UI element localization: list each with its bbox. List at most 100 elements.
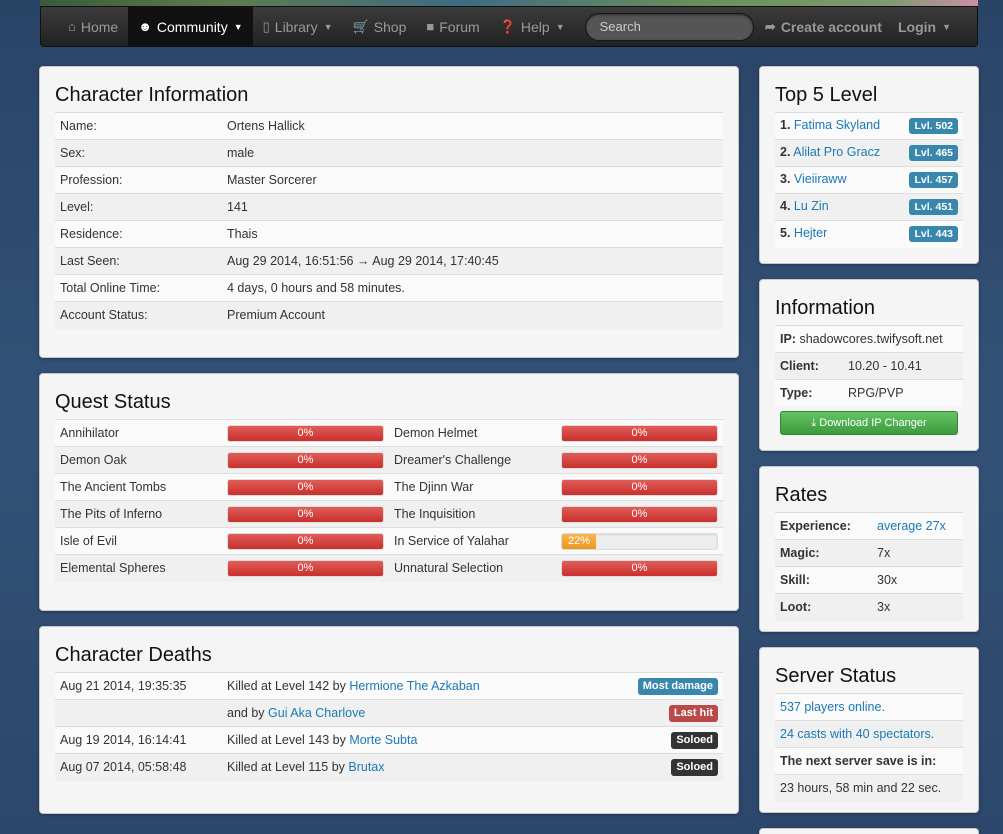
level-badge: Lvl. 502 (909, 118, 958, 134)
quest-progress-label: 0% (562, 560, 717, 576)
row-value: 4 days, 0 hours and 58 minutes. (222, 274, 723, 302)
row-key: Account Status: (55, 301, 222, 329)
casts-link[interactable]: 24 casts with 40 spectators. (780, 727, 934, 741)
quest-name: Elemental Spheres (55, 554, 222, 582)
table-row: Total Online Time: 4 days, 0 hours and 58… (55, 274, 723, 302)
table-row: Loot: 3x (775, 593, 963, 621)
information-panel: Information IP: shadowcores.twifysoft.ne… (759, 279, 979, 451)
download-button-label: Download IP Changer (819, 416, 927, 429)
quest-name: In Service of Yalahar (389, 527, 556, 555)
rate-value: 30x (872, 566, 963, 594)
soloed-badge: Soloed (671, 731, 718, 749)
rate-value: 3x (872, 593, 963, 621)
nav-shop-label: Shop (373, 18, 407, 35)
rate-key: Magic: (775, 539, 872, 567)
client-value: 10.20 - 10.41 (843, 352, 963, 380)
experience-rate-link[interactable]: average 27x (877, 519, 946, 533)
table-row: 23 hours, 58 min and 22 sec. (775, 774, 963, 802)
quest-progress-bar: 0% (561, 451, 718, 469)
nav-library[interactable]: ▯ Library ▼ (253, 7, 343, 46)
quest-name: Isle of Evil (55, 527, 222, 555)
killer-link[interactable]: Morte Subta (349, 733, 417, 747)
chevron-down-icon: ▼ (233, 21, 243, 32)
top5-table: 1. Fatima Skyland Lvl. 502 2. Alilat Pro … (775, 112, 963, 248)
player-link[interactable]: Alilat Pro Gracz (793, 145, 880, 159)
player-link[interactable]: Fatima Skyland (794, 118, 880, 132)
share-arrow-icon: ➦ (764, 18, 776, 34)
table-row: Magic: 7x (775, 539, 963, 567)
quest-progress-bar: 0% (561, 478, 718, 496)
home-icon: ⌂ (68, 19, 76, 34)
player-link[interactable]: Hejter (794, 226, 827, 240)
nav-right-group: ➦ Create account Login ▼ (757, 7, 977, 46)
table-row: Demon Oak 0% Dreamer's Challenge 0% (55, 446, 723, 474)
nav-library-label: Library (274, 18, 318, 35)
level-badge: Lvl. 465 (909, 145, 958, 161)
nav-home[interactable]: ⌂ Home (58, 7, 128, 46)
row-value: Master Sorcerer (222, 166, 723, 194)
row-key: Last Seen: (55, 247, 222, 275)
killer-link[interactable]: Gui Aka Charlove (268, 706, 365, 720)
table-row: Elemental Spheres 0% Unnatural Selection… (55, 554, 723, 582)
type-value: RPG/PVP (843, 379, 963, 407)
character-deaths-panel: Character Deaths Aug 21 2014, 19:35:35 K… (39, 626, 739, 814)
table-row: Sex: male (55, 139, 723, 167)
players-online-link[interactable]: 537 players online. (780, 700, 885, 714)
quest-status-panel: Quest Status Annihilator 0% Demon Helmet… (39, 373, 739, 611)
row-key: Sex: (55, 139, 222, 167)
nav-help[interactable]: ❓ Help ▼ (490, 7, 575, 46)
rank: 5. (780, 226, 791, 241)
search-input[interactable] (584, 12, 754, 41)
table-row: 3. Vieiiraww Lvl. 457 (775, 166, 963, 194)
rank: 1. (780, 118, 791, 132)
quest-progress-label: 0% (228, 560, 383, 576)
table-row: 1. Fatima Skyland Lvl. 502 (775, 112, 963, 140)
rate-key: Loot: (775, 593, 872, 621)
quest-name: Dreamer's Challenge (389, 446, 556, 474)
quest-name: Annihilator (55, 419, 222, 447)
death-text: Killed at Level 142 by (227, 679, 350, 693)
row-key: Name: (55, 112, 222, 140)
nav-community-label: Community (156, 18, 228, 35)
chevron-down-icon: ▼ (555, 21, 565, 32)
download-icon: ⤓ (811, 416, 817, 429)
quest-name: The Inquisition (389, 500, 556, 528)
user-icon: ☻ (138, 19, 152, 34)
row-value: male (222, 139, 723, 167)
table-row: Aug 21 2014, 19:35:35 Killed at Level 14… (55, 672, 723, 700)
table-row: 537 players online. (775, 693, 963, 721)
quest-progress-bar: 0% (227, 505, 384, 523)
level-badge: Lvl. 443 (909, 226, 958, 243)
table-row: 5. Hejter Lvl. 443 (775, 220, 963, 248)
quest-progress-bar: 0% (227, 478, 384, 496)
server-status-panel: Server Status 537 players online. 24 cas… (759, 647, 979, 813)
character-deaths-table: Aug 21 2014, 19:35:35 Killed at Level 14… (55, 672, 723, 781)
rank: 3. (780, 172, 791, 186)
nav-shop[interactable]: 🛒 Shop (343, 7, 417, 46)
row-key: Profession: (55, 166, 222, 194)
nav-forum[interactable]: ■ Forum (416, 7, 489, 46)
nav-community[interactable]: ☻ Community ▼ (128, 7, 253, 46)
killer-link[interactable]: Brutax (348, 760, 384, 774)
nav-create-account[interactable]: ➦ Create account (757, 7, 890, 46)
death-text: Killed at Level 115 by (227, 760, 349, 775)
nav-login[interactable]: Login ▼ (890, 7, 959, 46)
book-icon: ▯ (262, 18, 270, 34)
table-row: Type: RPG/PVP (775, 379, 963, 407)
nav-help-label: Help (520, 18, 550, 35)
quest-progress-label: 0% (562, 479, 717, 495)
server-status-table: 537 players online. 24 casts with 40 spe… (775, 693, 963, 802)
quest-progress-label: 0% (228, 425, 383, 441)
quest-progress-bar: 22% (561, 532, 718, 550)
table-row: Annihilator 0% Demon Helmet 0% (55, 419, 723, 447)
row-value: Thais (222, 220, 723, 248)
download-ip-changer-button[interactable]: ⤓ Download IP Changer (780, 410, 958, 435)
killer-link[interactable]: Hermione The Azkaban (349, 679, 479, 693)
rate-key: Experience: (775, 512, 872, 540)
table-row: The Pits of Inferno 0% The Inquisition 0… (55, 500, 723, 528)
player-link[interactable]: Lu Zin (794, 199, 829, 213)
server-status-title: Server Status (775, 665, 897, 687)
player-link[interactable]: Vieiiraww (794, 172, 847, 186)
quest-progress-bar: 0% (227, 424, 384, 442)
table-row: 2. Alilat Pro Gracz Lvl. 465 (775, 139, 963, 167)
